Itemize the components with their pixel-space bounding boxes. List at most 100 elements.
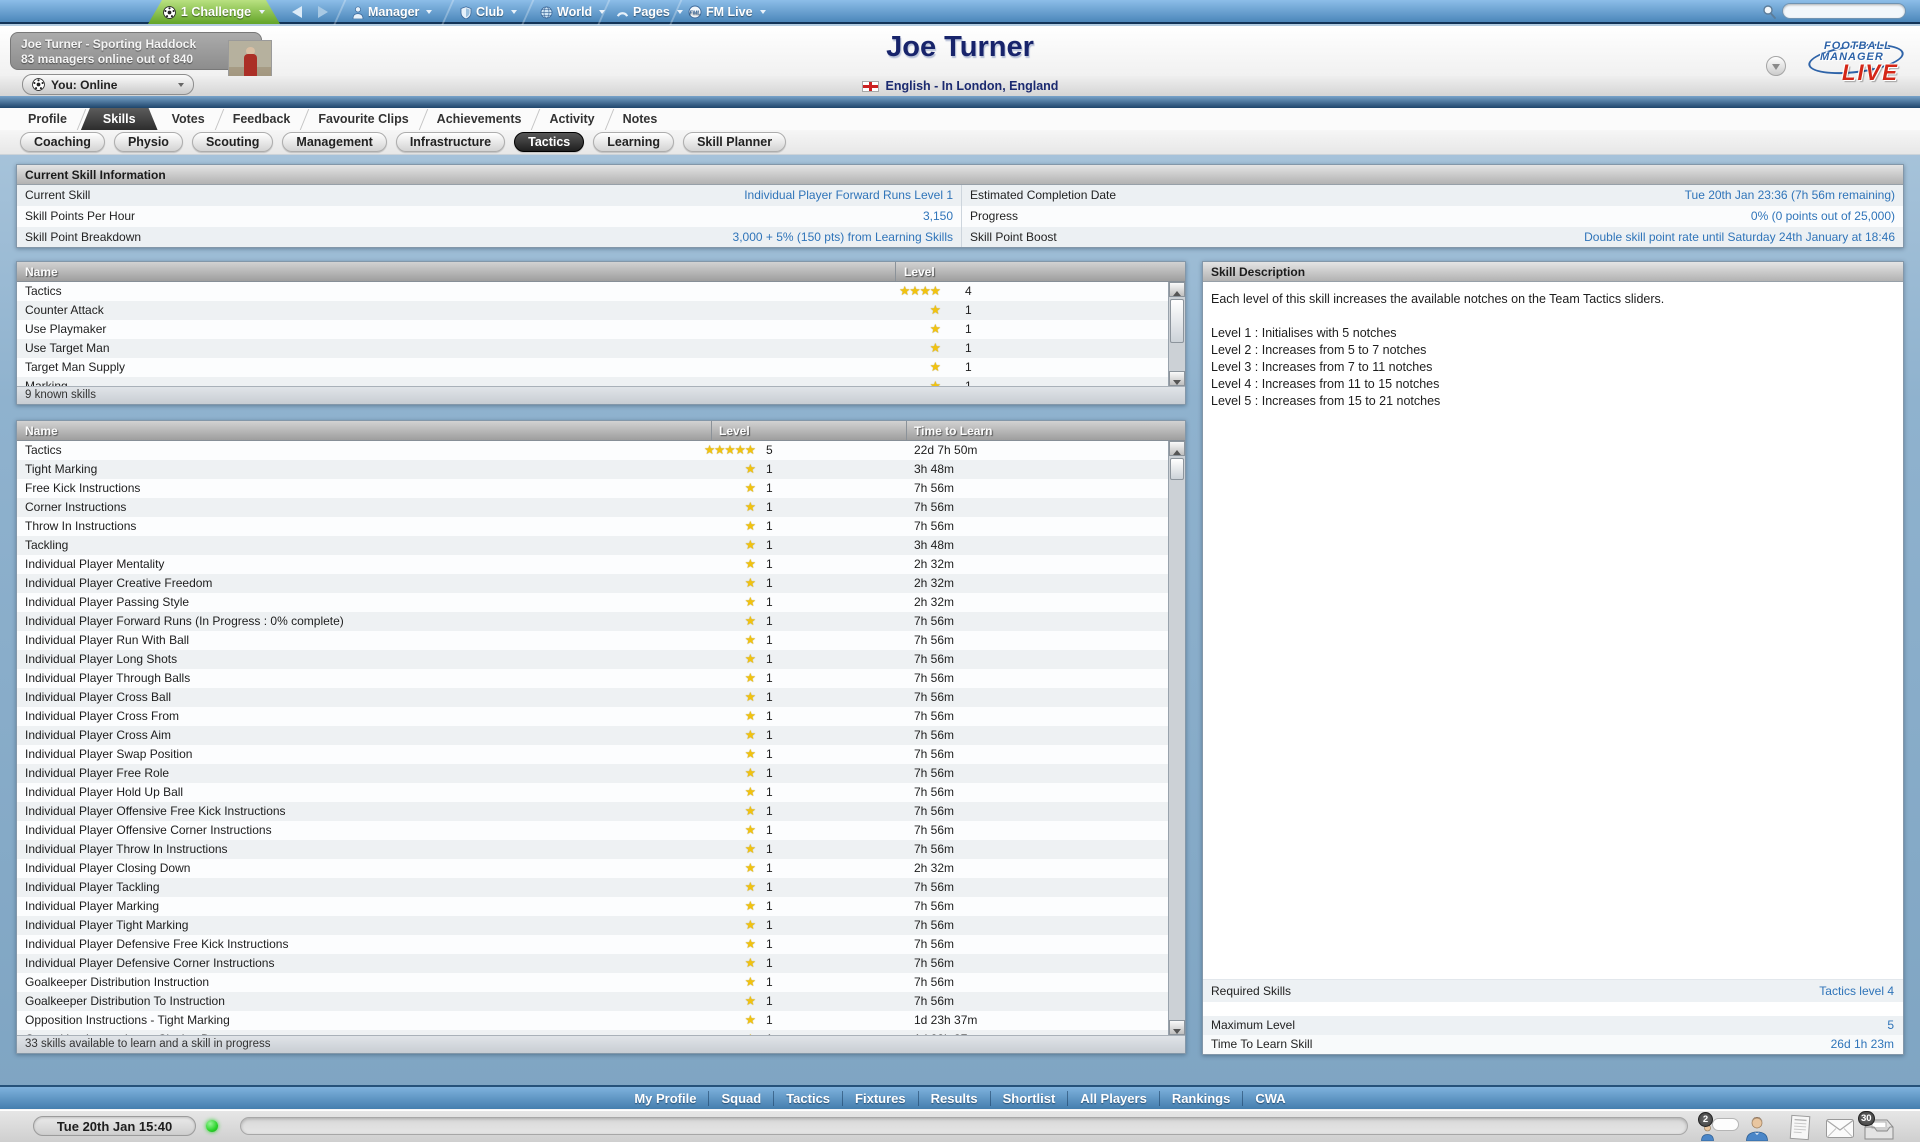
menu-world[interactable]: World (540, 0, 605, 24)
table-row[interactable]: Goalkeeper Distribution Instruction★17h … (17, 973, 1168, 992)
scroll-down-button[interactable] (1169, 371, 1185, 386)
table-row[interactable]: Individual Player Tackling★17h 56m (17, 878, 1168, 897)
table-row[interactable]: Individual Player Creative Freedom★12h 3… (17, 574, 1168, 593)
search-icon[interactable] (1762, 4, 1777, 19)
back-button[interactable] (292, 6, 302, 18)
info-row: Skill Point BoostDouble skill point rate… (962, 227, 1903, 247)
table-row[interactable]: Throw In Instructions★17h 56m (17, 517, 1168, 536)
table-row[interactable]: Individual Player Tight Marking★17h 56m (17, 916, 1168, 935)
menu-club[interactable]: Club (460, 0, 517, 24)
table-row[interactable]: Individual Player Cross From★17h 56m (17, 707, 1168, 726)
tab-favourite-clips[interactable]: Favourite Clips (304, 108, 422, 130)
table-row[interactable]: Individual Player Cross Ball★17h 56m (17, 688, 1168, 707)
table-row[interactable]: Individual Player Forward Runs (In Progr… (17, 612, 1168, 631)
table-row[interactable]: Individual Player Passing Style★12h 32m (17, 593, 1168, 612)
subtab-tactics[interactable]: Tactics (514, 132, 584, 152)
nav-shortlist[interactable]: Shortlist (991, 1091, 1069, 1106)
tab-activity[interactable]: Activity (535, 108, 608, 130)
subtab-learning[interactable]: Learning (593, 132, 674, 152)
table-row[interactable]: Individual Player Throw In Instructions★… (17, 840, 1168, 859)
forward-button[interactable] (318, 6, 328, 18)
table-row[interactable]: Tactics★★★★★522d 7h 50m (17, 441, 1168, 460)
collapse-header-button[interactable] (1766, 56, 1786, 76)
nav-results[interactable]: Results (919, 1091, 991, 1106)
known-skills-scrollbar[interactable] (1168, 282, 1185, 386)
table-row[interactable]: Target Man Supply★1 (17, 358, 1168, 377)
nav-cwa[interactable]: CWA (1243, 1091, 1297, 1106)
table-row[interactable]: Individual Player Hold Up Ball★17h 56m (17, 783, 1168, 802)
scroll-down-button[interactable] (1169, 1020, 1185, 1035)
level-stars: ★ (745, 897, 755, 916)
table-row[interactable]: Individual Player Free Role★17h 56m (17, 764, 1168, 783)
table-row[interactable]: Individual Player Marking★17h 56m (17, 897, 1168, 916)
tab-achievements[interactable]: Achievements (423, 108, 536, 130)
subtab-coaching[interactable]: Coaching (20, 132, 105, 152)
chat-icon[interactable]: 2 (1700, 1117, 1742, 1141)
subtab-label: Scouting (206, 135, 259, 149)
skill-name: Individual Player Creative Freedom (25, 574, 212, 593)
info-row: Progress0% (0 points out of 25,000) (962, 206, 1903, 227)
nav-tactics[interactable]: Tactics (774, 1091, 843, 1106)
scrollbar-thumb[interactable] (1170, 458, 1184, 480)
subtab-skill-planner[interactable]: Skill Planner (683, 132, 786, 152)
scrollbar-thumb[interactable] (1170, 299, 1184, 343)
table-row[interactable]: Use Target Man★1 (17, 339, 1168, 358)
table-row[interactable]: Tackling★13h 48m (17, 536, 1168, 555)
table-row[interactable]: Individual Player Swap Position★17h 56m (17, 745, 1168, 764)
skill-name: Use Playmaker (25, 320, 106, 339)
table-row[interactable]: Individual Player Cross Aim★17h 56m (17, 726, 1168, 745)
presence-dropdown[interactable]: You: Online (22, 74, 194, 95)
tab-profile[interactable]: Profile (14, 108, 81, 130)
tab-votes[interactable]: Votes (158, 108, 219, 130)
table-row[interactable]: Individual Player Through Balls★17h 56m (17, 669, 1168, 688)
nav-rankings[interactable]: Rankings (1160, 1091, 1244, 1106)
news-icon[interactable] (1788, 1114, 1813, 1142)
column-header-level[interactable]: Level (904, 262, 935, 282)
menu-manager[interactable]: Manager (352, 0, 432, 24)
level-stars: ★ (930, 358, 940, 377)
subtab-management[interactable]: Management (282, 132, 386, 152)
table-row[interactable]: Tactics★★★★4 (17, 282, 1168, 301)
table-row[interactable]: Counter Attack★1 (17, 301, 1168, 320)
table-row[interactable]: Individual Player Mentality★12h 32m (17, 555, 1168, 574)
nav-fixtures[interactable]: Fixtures (843, 1091, 919, 1106)
game-date-button[interactable]: Tue 20th Jan 15:40 (33, 1116, 196, 1136)
challenge-menu[interactable]: 1 Challenge (148, 0, 280, 24)
table-row[interactable]: Individual Player Run With Ball★17h 56m (17, 631, 1168, 650)
table-row[interactable]: Individual Player Long Shots★17h 56m (17, 650, 1168, 669)
nav-all-players[interactable]: All Players (1068, 1091, 1160, 1106)
subtab-infrastructure[interactable]: Infrastructure (396, 132, 505, 152)
mail-icon[interactable] (1826, 1119, 1854, 1142)
table-row[interactable]: Tight Marking★13h 48m (17, 460, 1168, 479)
table-row[interactable]: Goalkeeper Distribution To Instruction★1… (17, 992, 1168, 1011)
subtab-scouting[interactable]: Scouting (192, 132, 273, 152)
search-input[interactable] (1782, 3, 1906, 19)
scroll-up-button[interactable] (1169, 441, 1185, 456)
tab-skills[interactable]: Skills (81, 108, 158, 130)
inbox-icon[interactable]: 30 (1862, 1118, 1896, 1141)
column-header-name[interactable]: Name (25, 421, 58, 441)
nav-my-profile[interactable]: My Profile (622, 1091, 709, 1106)
table-row[interactable]: Individual Player Defensive Corner Instr… (17, 954, 1168, 973)
nav-squad[interactable]: Squad (709, 1091, 774, 1106)
table-row[interactable]: Corner Instructions★17h 56m (17, 498, 1168, 517)
column-header-name[interactable]: Name (25, 262, 58, 282)
table-row[interactable]: Use Playmaker★1 (17, 320, 1168, 339)
tab-notes[interactable]: Notes (609, 108, 672, 130)
table-row[interactable]: Opposition Instructions - Tight Marking★… (17, 1011, 1168, 1030)
table-row[interactable]: Individual Player Closing Down★12h 32m (17, 859, 1168, 878)
subtab-physio[interactable]: Physio (114, 132, 183, 152)
table-row[interactable]: Individual Player Offensive Corner Instr… (17, 821, 1168, 840)
level-value: 1 (766, 498, 773, 517)
scroll-up-button[interactable] (1169, 282, 1185, 297)
column-header-level[interactable]: Level (719, 421, 750, 441)
tab-feedback[interactable]: Feedback (219, 108, 305, 130)
column-header-time-to-learn[interactable]: Time to Learn (914, 421, 992, 441)
connection-status-dot (206, 1120, 218, 1132)
manager-profile-icon[interactable] (1744, 1115, 1770, 1142)
learnable-skills-scrollbar[interactable] (1168, 441, 1185, 1035)
table-row[interactable]: Individual Player Defensive Free Kick In… (17, 935, 1168, 954)
menu-fm-live[interactable]: FML FM Live (688, 0, 766, 24)
table-row[interactable]: Free Kick Instructions★17h 56m (17, 479, 1168, 498)
table-row[interactable]: Individual Player Offensive Free Kick In… (17, 802, 1168, 821)
